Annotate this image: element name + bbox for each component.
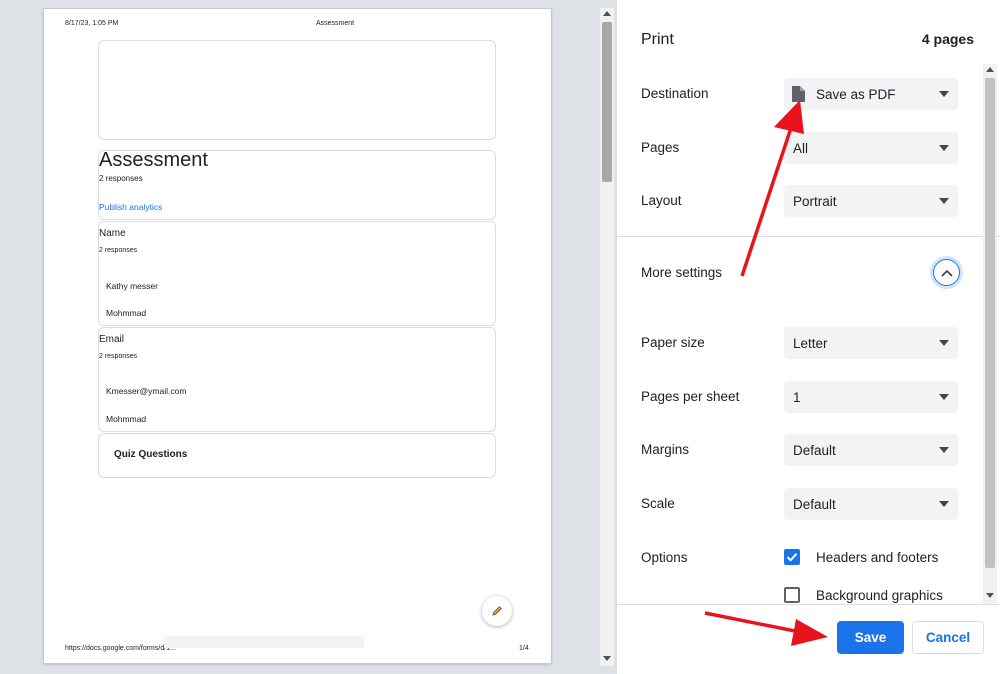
pages-per-sheet-select[interactable]: 1: [784, 381, 958, 413]
file-icon: [792, 86, 805, 102]
page-footer-url: https://docs.google.com/forms/d/1...: [65, 645, 176, 652]
background-graphics-checkbox[interactable]: [784, 587, 800, 603]
publish-analytics-link: Publish analytics: [99, 202, 163, 212]
scale-select[interactable]: Default: [784, 488, 958, 520]
answer-item: Kmesser@ymail.com: [106, 386, 187, 396]
page-header-date: 8/17/23, 1:05 PM: [65, 20, 119, 27]
scroll-up-arrow-icon[interactable]: [603, 11, 611, 16]
pages-per-sheet-label: Pages per sheet: [641, 389, 740, 404]
chevron-down-icon: [939, 198, 949, 204]
answer-item: Mohmmad: [106, 414, 147, 424]
question-response-count: 2 responses: [99, 247, 138, 254]
margins-value: Default: [793, 442, 836, 458]
scale-value: Default: [793, 496, 836, 512]
pages-per-sheet-value: 1: [793, 389, 801, 405]
layout-value: Portrait: [793, 193, 837, 209]
pages-value: All: [793, 140, 809, 156]
print-preview-area: 8/17/23, 1:05 PM Assessment Assessment 2…: [0, 0, 616, 674]
chevron-down-icon: [939, 145, 949, 151]
chevron-down-icon: [939, 394, 949, 400]
settings-scrollbar-thumb[interactable]: [985, 78, 995, 568]
headers-footers-label[interactable]: Headers and footers: [816, 550, 938, 565]
section-divider: [617, 236, 1000, 237]
print-title: Print: [641, 31, 674, 48]
scroll-up-arrow-icon[interactable]: [986, 67, 994, 72]
paper-size-select[interactable]: Letter: [784, 327, 958, 359]
preview-page: 8/17/23, 1:05 PM Assessment Assessment 2…: [44, 9, 551, 663]
chevron-down-icon: [939, 91, 949, 97]
question-label: Email: [99, 334, 125, 345]
print-footer: Save Cancel: [617, 604, 1000, 674]
pages-select[interactable]: All: [784, 132, 958, 164]
scroll-down-arrow-icon[interactable]: [986, 593, 994, 598]
chevron-up-icon[interactable]: [933, 259, 960, 286]
paper-size-value: Letter: [793, 335, 828, 351]
preview-scrollbar[interactable]: [600, 8, 614, 666]
form-title: Assessment: [99, 149, 208, 171]
chevron-down-icon: [939, 340, 949, 346]
scale-label: Scale: [641, 496, 675, 511]
question-label: Name: [99, 228, 126, 239]
margins-label: Margins: [641, 442, 690, 457]
question-card-email: [98, 327, 496, 432]
question-response-count: 2 responses: [99, 353, 138, 360]
more-settings-label[interactable]: More settings: [641, 265, 722, 280]
background-graphics-label[interactable]: Background graphics: [816, 588, 943, 603]
destination-select[interactable]: Save as PDF: [784, 78, 958, 110]
checkmark-icon: [786, 553, 798, 562]
destination-label: Destination: [641, 86, 709, 101]
print-settings-panel: Print 4 pages Destination Save as PDF Pa…: [616, 0, 1000, 674]
preview-scrollbar-thumb[interactable]: [602, 22, 612, 182]
options-label: Options: [641, 550, 688, 565]
answer-item: Kathy messer: [106, 281, 158, 291]
form-header-image-card: [98, 40, 496, 140]
page-count: 4 pages: [921, 31, 974, 47]
pages-label: Pages: [641, 140, 680, 155]
question-card-name: [98, 221, 496, 326]
cancel-button[interactable]: Cancel: [912, 621, 984, 654]
edit-pencil-icon: [482, 596, 512, 626]
page-header-title: Assessment: [316, 20, 355, 27]
destination-value: Save as PDF: [816, 86, 896, 102]
headers-footers-checkbox[interactable]: [784, 549, 800, 565]
chevron-down-icon: [939, 501, 949, 507]
layout-select[interactable]: Portrait: [784, 185, 958, 217]
redacted-region: [164, 636, 364, 648]
scroll-down-arrow-icon[interactable]: [603, 656, 611, 661]
chevron-down-icon: [939, 447, 949, 453]
answer-item: Mohmmad: [106, 308, 147, 318]
form-response-count: 2 responses: [99, 174, 143, 183]
layout-label: Layout: [641, 193, 682, 208]
section-title: Quiz Questions: [114, 449, 188, 460]
settings-scrollbar[interactable]: [983, 64, 997, 604]
margins-select[interactable]: Default: [784, 434, 958, 466]
page-footer-page-number: 1/4: [519, 645, 529, 652]
save-button[interactable]: Save: [837, 621, 904, 654]
paper-size-label: Paper size: [641, 335, 705, 350]
